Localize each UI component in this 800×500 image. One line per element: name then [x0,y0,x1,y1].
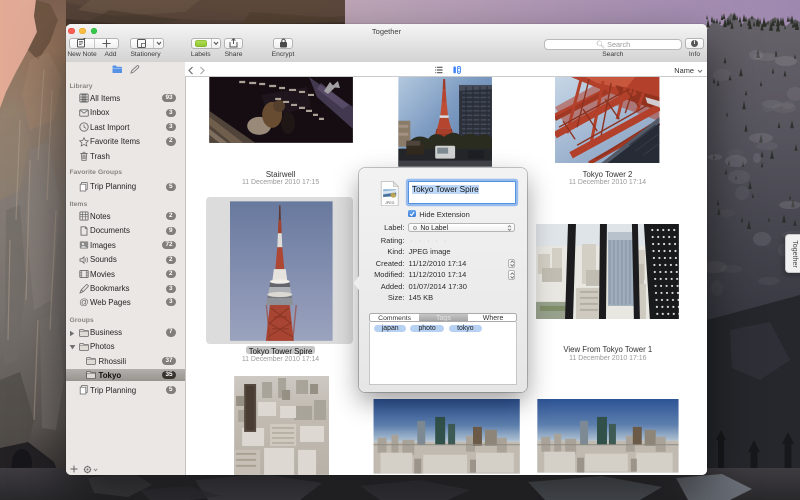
svg-text:JPEG: JPEG [385,201,395,205]
svg-text:@: @ [79,297,89,307]
